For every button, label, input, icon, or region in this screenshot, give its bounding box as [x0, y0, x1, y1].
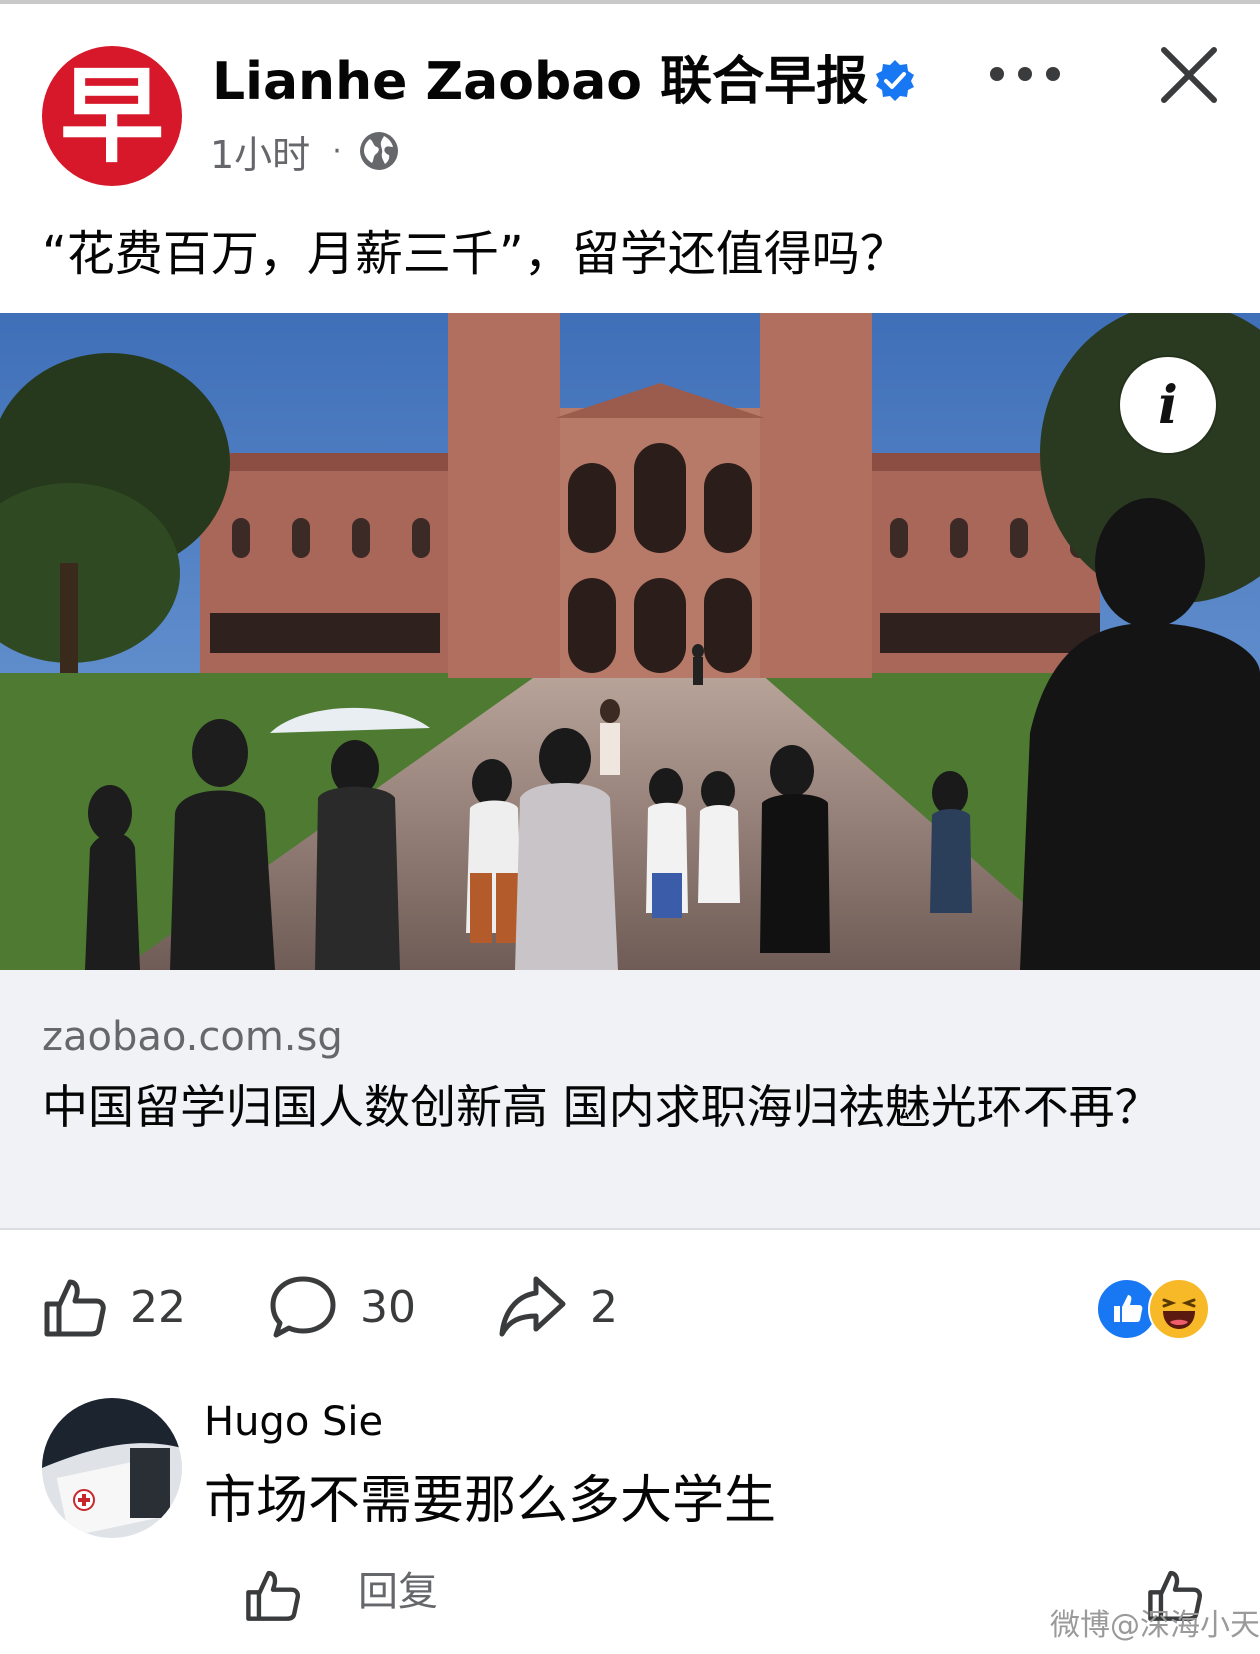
comment-like-icon[interactable] [244, 1566, 302, 1624]
haha-reaction-icon [1148, 1278, 1210, 1340]
like-count: 22 [130, 1281, 186, 1333]
info-icon[interactable]: i [1120, 357, 1216, 453]
reply-button[interactable]: 回复 [358, 1564, 438, 1620]
like-button[interactable]: 22 [42, 1270, 186, 1344]
post-meta: 1小时 · [210, 124, 400, 179]
share-icon [499, 1276, 566, 1337]
link-domain[interactable]: zaobao.com.sg [42, 1012, 343, 1062]
comment-text: 市场不需要那么多大学生 [204, 1471, 777, 1531]
meta-separator: · [332, 133, 342, 169]
page-avatar[interactable]: 早 [42, 46, 182, 186]
verified-badge-icon [876, 60, 914, 101]
post-text: “花费百万，月薪三千”，留学还值得吗？ [42, 226, 908, 282]
post-time[interactable]: 1小时 [210, 124, 310, 179]
reaction-summary[interactable] [1096, 1278, 1214, 1340]
more-options-button[interactable] [990, 56, 1060, 92]
top-divider [0, 0, 1260, 4]
share-count: 2 [590, 1281, 618, 1333]
share-button[interactable]: 2 [498, 1270, 618, 1344]
globe-icon [359, 132, 398, 170]
thumbs-up-icon [44, 1279, 106, 1337]
comment-icon [270, 1276, 336, 1338]
watermark: 微博@深海小天 [1050, 1608, 1260, 1643]
comment-button[interactable]: 30 [268, 1270, 416, 1344]
comment-count: 30 [360, 1281, 416, 1333]
link-title[interactable]: 中国留学归国人数创新高 国内求职海归祛魅光环不再？ [42, 1076, 1222, 1138]
logo-glyph: 早 [59, 55, 164, 177]
post-image[interactable] [0, 313, 1260, 970]
commenter-name[interactable]: Hugo Sie [204, 1396, 383, 1448]
page-name[interactable]: Lianhe Zaobao 联合早报 [212, 50, 868, 114]
commenter-avatar[interactable] [42, 1398, 182, 1538]
close-icon[interactable] [1158, 44, 1220, 106]
